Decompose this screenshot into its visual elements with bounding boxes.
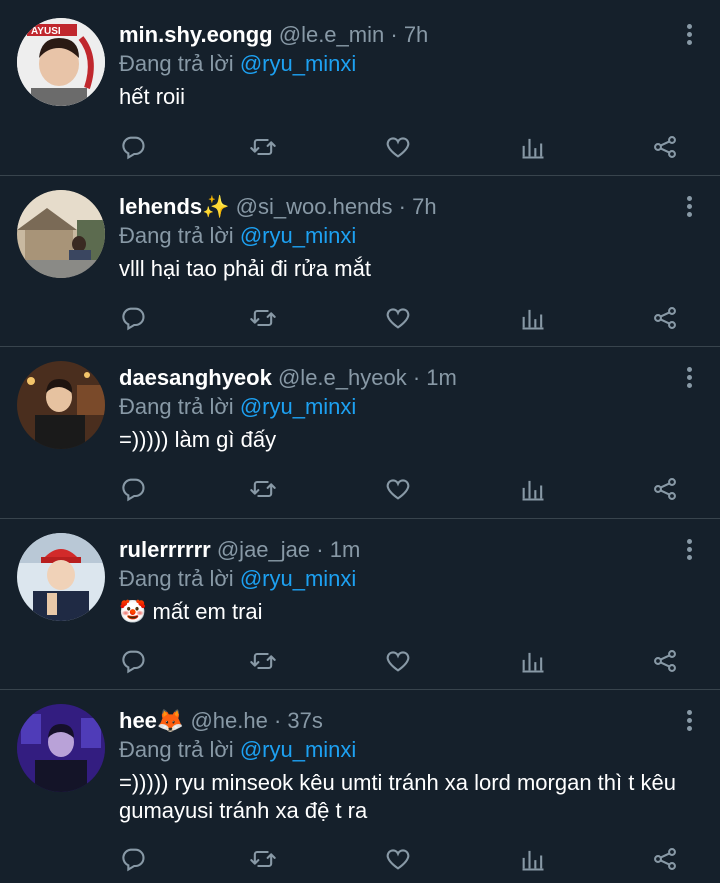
action-bar bbox=[119, 304, 685, 336]
separator-dot: · bbox=[316, 537, 324, 562]
separator-dot: · bbox=[412, 365, 421, 390]
tweet-item[interactable]: lehends✨ @si_woo.hends · 7h Đang trả lời… bbox=[0, 176, 720, 347]
more-icon[interactable] bbox=[684, 196, 694, 222]
replying-label: Đang trả lời bbox=[119, 51, 234, 76]
like-icon[interactable] bbox=[384, 845, 416, 877]
replying-label: Đang trả lời bbox=[119, 566, 234, 591]
tweet-text: =))))) ryu minseok kêu umti tránh xa lor… bbox=[119, 770, 676, 823]
tweet-item[interactable]: rulerrrrrr @jae_jae · 1m Đang trả lời @r… bbox=[0, 519, 720, 690]
mention-link[interactable]: @ryu_minxi bbox=[240, 566, 356, 591]
tweet-text: 🤡 mất em trai bbox=[119, 599, 263, 624]
retweet-icon[interactable] bbox=[249, 475, 281, 507]
tweet-text: =))))) làm gì đấy bbox=[119, 427, 277, 452]
reply-icon[interactable] bbox=[119, 845, 151, 877]
reply-icon[interactable] bbox=[119, 304, 151, 336]
action-bar bbox=[119, 647, 685, 679]
action-bar bbox=[119, 133, 685, 165]
mention-link[interactable]: @ryu_minxi bbox=[240, 51, 356, 76]
display-name[interactable]: rulerrrrrr bbox=[119, 537, 211, 562]
share-icon[interactable] bbox=[651, 133, 683, 165]
like-icon[interactable] bbox=[384, 647, 416, 679]
tweet-text: vlll hại tao phải đi rửa mắt bbox=[119, 256, 371, 281]
more-icon[interactable] bbox=[684, 710, 694, 736]
display-name[interactable]: hee🦊 bbox=[119, 708, 184, 733]
timestamp[interactable]: 7h bbox=[404, 22, 428, 47]
mention-link[interactable]: @ryu_minxi bbox=[240, 737, 356, 762]
replying-to: Đang trả lời @ryu_minxi bbox=[119, 392, 680, 421]
share-icon[interactable] bbox=[651, 475, 683, 507]
tweet-header: min.shy.eongg @le.e_min · 7h bbox=[119, 20, 680, 49]
replying-to: Đang trả lời @ryu_minxi bbox=[119, 564, 680, 593]
analytics-icon[interactable] bbox=[519, 475, 551, 507]
analytics-icon[interactable] bbox=[519, 845, 551, 877]
share-icon[interactable] bbox=[651, 647, 683, 679]
share-icon[interactable] bbox=[651, 304, 683, 336]
replying-label: Đang trả lời bbox=[119, 737, 234, 762]
tweet-body: daesanghyeok @le.e_hyeok · 1m Đang trả l… bbox=[119, 363, 680, 454]
tweet-body: lehends✨ @si_woo.hends · 7h Đang trả lời… bbox=[119, 192, 680, 283]
timestamp[interactable]: 1m bbox=[330, 537, 361, 562]
timestamp[interactable]: 1m bbox=[426, 365, 457, 390]
tweet-header: lehends✨ @si_woo.hends · 7h bbox=[119, 192, 680, 221]
like-icon[interactable] bbox=[384, 475, 416, 507]
tweet-body: rulerrrrrr @jae_jae · 1m Đang trả lời @r… bbox=[119, 535, 680, 626]
avatar[interactable]: AYUSI bbox=[17, 18, 105, 106]
more-icon[interactable] bbox=[684, 539, 694, 565]
tweet-item[interactable]: daesanghyeok @le.e_hyeok · 1m Đang trả l… bbox=[0, 347, 720, 519]
user-handle[interactable]: @si_woo.hends bbox=[236, 194, 393, 219]
retweet-icon[interactable] bbox=[249, 304, 281, 336]
avatar[interactable] bbox=[17, 190, 105, 278]
reply-icon[interactable] bbox=[119, 475, 151, 507]
retweet-icon[interactable] bbox=[249, 133, 281, 165]
action-bar bbox=[119, 845, 685, 877]
replying-to: Đang trả lời @ryu_minxi bbox=[119, 49, 680, 78]
user-handle[interactable]: @le.e_min bbox=[279, 22, 385, 47]
avatar[interactable] bbox=[17, 704, 105, 792]
timestamp[interactable]: 37s bbox=[287, 708, 322, 733]
tweet-header: rulerrrrrr @jae_jae · 1m bbox=[119, 535, 680, 564]
reply-icon[interactable] bbox=[119, 647, 151, 679]
user-handle[interactable]: @le.e_hyeok bbox=[278, 365, 407, 390]
retweet-icon[interactable] bbox=[249, 845, 281, 877]
analytics-icon[interactable] bbox=[519, 647, 551, 679]
reply-icon[interactable] bbox=[119, 133, 151, 165]
like-icon[interactable] bbox=[384, 304, 416, 336]
timestamp[interactable]: 7h bbox=[412, 194, 436, 219]
avatar[interactable] bbox=[17, 361, 105, 449]
mention-link[interactable]: @ryu_minxi bbox=[240, 223, 356, 248]
more-icon[interactable] bbox=[684, 367, 694, 393]
replying-label: Đang trả lời bbox=[119, 223, 234, 248]
separator-dot: · bbox=[390, 22, 398, 47]
analytics-icon[interactable] bbox=[519, 304, 551, 336]
action-bar bbox=[119, 475, 685, 507]
user-handle[interactable]: @jae_jae bbox=[217, 537, 310, 562]
share-icon[interactable] bbox=[651, 845, 683, 877]
more-icon[interactable] bbox=[684, 24, 694, 50]
mention-link[interactable]: @ryu_minxi bbox=[240, 394, 356, 419]
tweet-item[interactable]: hee🦊 @he.he · 37s Đang trả lời @ryu_minx… bbox=[0, 690, 720, 883]
tweet-item[interactable]: AYUSI min.shy.eongg @le.e_min · 7h Đang … bbox=[0, 0, 720, 176]
avatar-badge: AYUSI bbox=[31, 26, 61, 37]
separator-dot: · bbox=[398, 194, 406, 219]
separator-dot: · bbox=[273, 708, 282, 733]
replying-label: Đang trả lời bbox=[119, 394, 234, 419]
tweet-body: min.shy.eongg @le.e_min · 7h Đang trả lờ… bbox=[119, 20, 680, 111]
display-name[interactable]: min.shy.eongg bbox=[119, 22, 273, 47]
analytics-icon[interactable] bbox=[519, 133, 551, 165]
like-icon[interactable] bbox=[384, 133, 416, 165]
user-handle[interactable]: @he.he bbox=[190, 708, 267, 733]
avatar[interactable] bbox=[17, 533, 105, 621]
tweet-header: daesanghyeok @le.e_hyeok · 1m bbox=[119, 363, 680, 392]
display-name[interactable]: lehends✨ bbox=[119, 194, 230, 219]
tweet-body: hee🦊 @he.he · 37s Đang trả lời @ryu_minx… bbox=[119, 706, 680, 825]
tweet-text: hết roii bbox=[119, 84, 186, 109]
replying-to: Đang trả lời @ryu_minxi bbox=[119, 735, 680, 764]
tweet-header: hee🦊 @he.he · 37s bbox=[119, 706, 680, 735]
retweet-icon[interactable] bbox=[249, 647, 281, 679]
display-name[interactable]: daesanghyeok bbox=[119, 365, 272, 390]
replying-to: Đang trả lời @ryu_minxi bbox=[119, 221, 680, 250]
